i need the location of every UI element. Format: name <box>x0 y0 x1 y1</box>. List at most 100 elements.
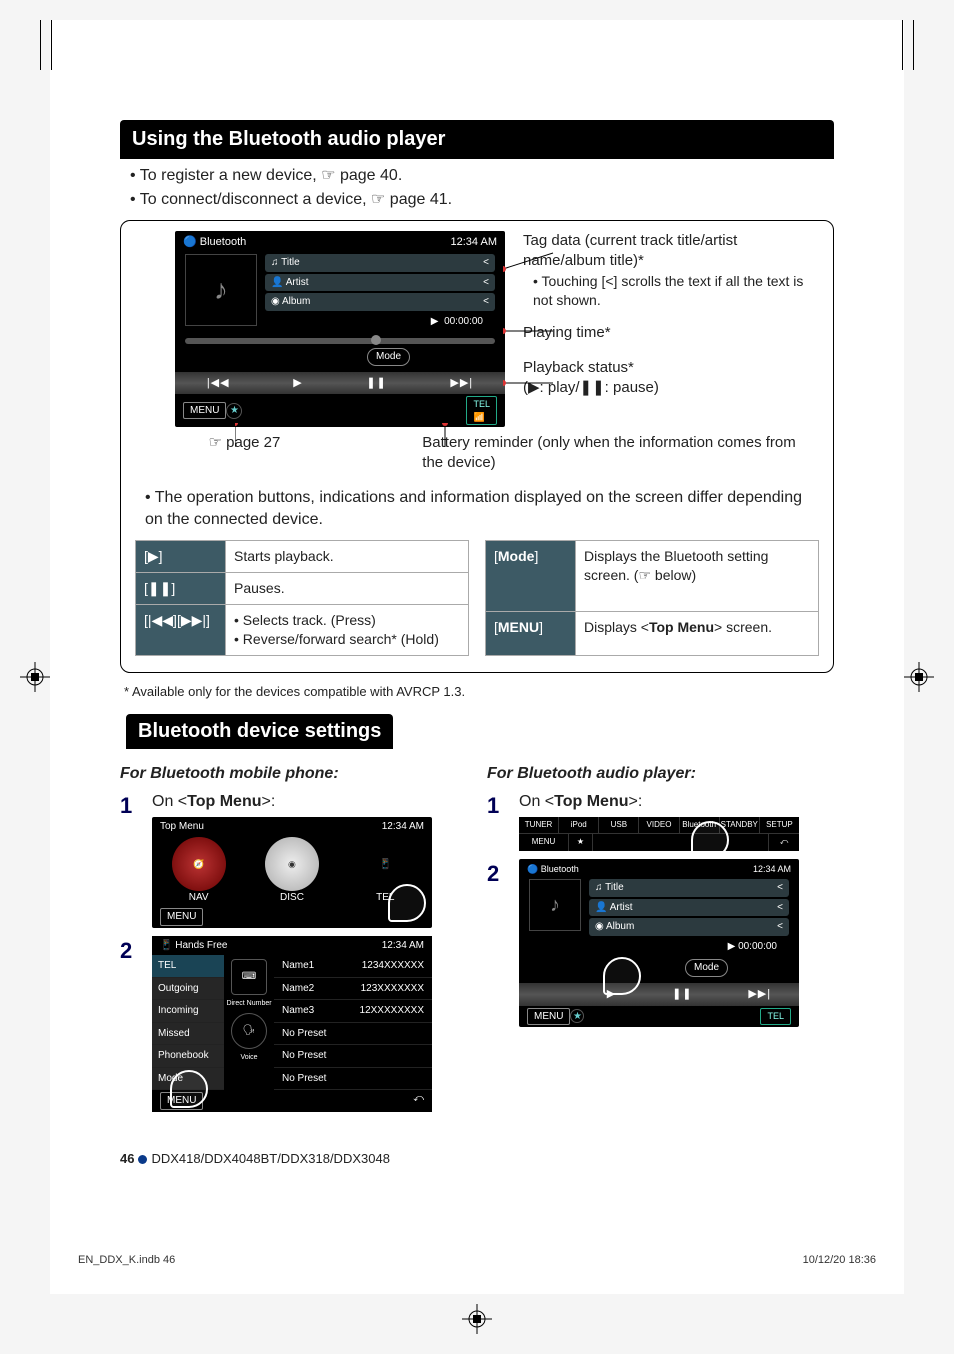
tel-button[interactable]: TEL📶 <box>466 396 497 424</box>
keypad-icon[interactable]: ⌨ <box>231 959 267 995</box>
menu-button[interactable]: MENU <box>183 402 226 420</box>
section-heading-bt-player: Using the Bluetooth audio player <box>120 120 834 159</box>
src-tuner[interactable]: TUNER <box>519 817 559 834</box>
callout-playtime: Playing time* <box>523 323 819 343</box>
callout-playback-status-sub: (▶: play/❚❚: pause) <box>523 378 819 398</box>
handsfree-side-icons: ⌨ Direct Number 🗣 Voice <box>224 955 274 1090</box>
topmenu-time: 12:34 AM <box>382 820 424 834</box>
bt-screen-small: 🔵 Bluetooth 12:34 AM ♪ ♫ Title< 👤 Artist… <box>519 859 799 1027</box>
ctrl-menu-key: [MENU] <box>486 611 576 655</box>
preset-row[interactable]: Name2123XXXXXXX <box>274 978 432 1001</box>
ctrl-pause-key: [❚❚] <box>136 573 226 605</box>
play-button[interactable]: ▶ <box>607 987 616 1002</box>
reg-mark-right <box>904 662 934 692</box>
preset-row[interactable]: Name312XXXXXXXX <box>274 1000 432 1023</box>
reg-mark-left <box>20 662 50 692</box>
pause-button[interactable]: ❚❚ <box>366 376 386 391</box>
bt-screen: 🔵 Bluetooth 12:34 AM ♪ ♫ Title < <box>175 231 505 426</box>
play-button[interactable]: ▶ <box>293 376 302 391</box>
ctrl-mode-key: [Mode] <box>486 541 576 611</box>
footer-filename: EN_DDX_K.indb 46 <box>78 1254 175 1266</box>
track-album-row[interactable]: ◉ Album < <box>265 293 495 311</box>
track-title-row[interactable]: ♫ Title < <box>265 254 495 272</box>
control-table-right: [Mode] Displays the Bluetooth setting sc… <box>485 540 819 656</box>
src-setup[interactable]: SETUP <box>760 817 799 834</box>
topmenu-screen: Top Menu 12:34 AM 🧭 NAV ◉ <box>152 817 432 928</box>
next-button[interactable]: ▶▶| <box>748 987 771 1002</box>
disc-icon[interactable]: ◉ <box>265 837 319 891</box>
source-strip-screen: TUNER iPod USB VIDEO Bluetooth STANDBY S… <box>519 817 799 852</box>
track-artist-row[interactable]: 👤 Artist< <box>589 899 789 917</box>
page-number-line: 46DDX418/DDX4048BT/DDX318/DDX3048 <box>120 1150 834 1168</box>
ctrl-play-desc: Starts playback. <box>226 541 469 573</box>
ctrl-play-key: [▶] <box>136 541 226 573</box>
track-title-row[interactable]: ♫ Title< <box>589 879 789 897</box>
nav-mode[interactable]: Mode <box>152 1068 224 1091</box>
scroll-chevron[interactable]: < <box>483 256 489 270</box>
nav-incoming[interactable]: Incoming <box>152 1000 224 1023</box>
scroll-chevron[interactable]: < <box>483 276 489 290</box>
control-table-left: [▶] Starts playback. [❚❚] Pauses. [|◀◀][… <box>135 540 469 656</box>
src-usb[interactable]: USB <box>599 817 639 834</box>
shortcut-slot[interactable]: ★ <box>226 403 242 419</box>
bt-header-title: 🔵 Bluetooth <box>183 235 246 250</box>
progress-bar[interactable] <box>185 338 495 344</box>
shortcut-slot[interactable]: ★ <box>570 1009 584 1023</box>
prereq-register: To register a new device, ☞ page 40. <box>130 165 834 187</box>
handsfree-nav: TEL Outgoing Incoming Missed Phonebook M… <box>152 955 224 1090</box>
step-1-num-r: 1 <box>487 791 509 821</box>
voice-icon[interactable]: 🗣 <box>231 1013 267 1049</box>
src-standby[interactable]: STANDBY <box>720 817 760 834</box>
pause-button[interactable]: ❚❚ <box>672 987 692 1002</box>
nav-missed[interactable]: Missed <box>152 1023 224 1046</box>
step-2-num: 2 <box>120 936 142 966</box>
nav-phonebook[interactable]: Phonebook <box>152 1045 224 1068</box>
nav-tel[interactable]: TEL <box>152 955 224 978</box>
print-footer: EN_DDX_K.indb 46 10/12/20 18:36 <box>50 1254 904 1266</box>
callout-tagdata-sub: Touching [<] scrolls the text if all the… <box>533 273 803 308</box>
preset-row[interactable]: Name11234XXXXXX <box>274 955 432 978</box>
src-ipod[interactable]: iPod <box>559 817 599 834</box>
next-button[interactable]: ▶▶| <box>450 376 473 391</box>
footer-timestamp: 10/12/20 18:36 <box>803 1254 876 1266</box>
album-art-placeholder: ♪ <box>529 879 581 931</box>
tel-icon[interactable]: 📱 <box>358 837 412 891</box>
callout-text-column: Tag data (current track title/artist nam… <box>523 231 819 412</box>
nav-outgoing[interactable]: Outgoing <box>152 978 224 1001</box>
control-tables: [▶] Starts playback. [❚❚] Pauses. [|◀◀][… <box>135 540 819 656</box>
src-video[interactable]: VIDEO <box>639 817 679 834</box>
back-icon[interactable]: ⤺ <box>413 1092 424 1110</box>
bt-screen-with-callouts: 🔵 Bluetooth 12:34 AM ♪ ♫ Title < <box>135 231 819 426</box>
ctrl-pause-desc: Pauses. <box>226 573 469 605</box>
menu-button[interactable]: MENU <box>519 834 569 851</box>
shortcut-slot[interactable]: ★ <box>569 834 593 851</box>
step-1-text: On <Top Menu>: <box>152 791 467 813</box>
album-art-placeholder: ♪ <box>185 254 257 326</box>
tel-button[interactable]: TEL <box>760 1008 791 1024</box>
nav-icon[interactable]: 🧭 <box>172 837 226 891</box>
bullet-icon <box>138 1155 147 1164</box>
menu-button[interactable]: MENU <box>527 1008 570 1026</box>
track-artist-row[interactable]: 👤 Artist < <box>265 274 495 292</box>
preset-row[interactable]: No Preset <box>274 1068 432 1091</box>
mode-button[interactable]: Mode <box>367 348 410 366</box>
crop-marks <box>40 20 914 70</box>
back-icon[interactable]: ⤺ <box>769 834 799 851</box>
preset-row[interactable]: No Preset <box>274 1023 432 1046</box>
preset-row[interactable]: No Preset <box>274 1045 432 1068</box>
scroll-chevron[interactable]: < <box>483 295 489 309</box>
step-2-num-r: 2 <box>487 859 509 889</box>
track-album-row[interactable]: ◉ Album< <box>589 918 789 936</box>
ctrl-skip-desc: Selects track. (Press) Reverse/forward s… <box>226 605 469 656</box>
callout-battery: Battery reminder (only when the informat… <box>422 433 819 474</box>
menu-button[interactable]: MENU <box>160 908 203 926</box>
mode-button[interactable]: Mode <box>685 959 728 977</box>
menu-button[interactable]: MENU <box>160 1092 203 1110</box>
src-bluetooth[interactable]: Bluetooth <box>680 817 720 834</box>
subhead-phone: For Bluetooth mobile phone: <box>120 763 467 785</box>
note-depends: The operation buttons, indications and i… <box>145 487 819 530</box>
handsfree-screen: 📱 Hands Free 12:34 AM TEL Outgoing Incom… <box>152 936 432 1112</box>
callout-lines <box>503 235 563 465</box>
prev-button[interactable]: |◀◀ <box>207 376 230 391</box>
step-1-text-r: On <Top Menu>: <box>519 791 834 813</box>
